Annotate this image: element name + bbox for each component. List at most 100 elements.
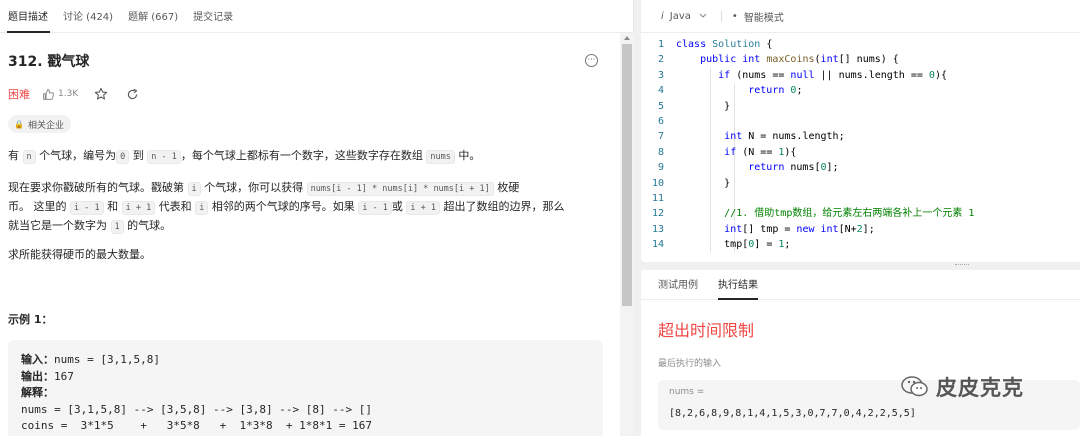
result-tabs: 测试用例 执行结果: [641, 270, 1080, 300]
example-input-label: 输入：: [21, 353, 54, 366]
info-icon: i: [661, 10, 664, 22]
related-companies-tag[interactable]: 🔒 相关企业: [8, 115, 71, 133]
mode-dot-icon: •: [731, 10, 738, 22]
inline-code: nums[i - 1] * nums[i] * nums[i + 1]: [306, 182, 494, 196]
inline-code: i - 1: [70, 201, 104, 215]
text: 个气球，你可以获得: [204, 181, 304, 194]
code-line: 9 return nums[0];: [641, 160, 1080, 175]
text: 和: [107, 200, 119, 213]
share-button[interactable]: [126, 88, 139, 101]
line-number: 13: [651, 223, 664, 235]
example-line-2: coins = 3*1*5 + 3*5*8 + 1*3*8 + 1*8*1 = …: [21, 419, 372, 432]
problem-title: 312. 戳气球: [8, 54, 90, 70]
text: ，每个气球上都标有一个数字，这些数字存在数组: [180, 149, 423, 162]
problem-meta: 困难 1.3K: [8, 86, 157, 102]
example-output-label: 输出：: [21, 369, 54, 383]
more-options-icon[interactable]: ···: [585, 54, 598, 67]
company-label: 相关企业: [27, 120, 64, 131]
line-number: 7: [657, 131, 664, 143]
favorite-button[interactable]: [94, 87, 108, 101]
code-line: 4 return 0;: [641, 83, 1080, 98]
example-explanation-label: 解释：: [21, 386, 54, 399]
code-line: 5 }: [641, 99, 1080, 114]
text: 币。 这里的: [8, 200, 67, 213]
scrollbar-thumb[interactable]: [622, 44, 632, 306]
example-output-value: 167: [54, 369, 74, 383]
input-value: [8,2,6,8,9,8,1,4,1,5,3,0,7,7,0,4,2,2,5,5…: [669, 408, 916, 419]
tab-solutions[interactable]: 题解 (667): [124, 8, 189, 32]
problem-panel: 题目描述 讨论 (424) 题解 (667) 提交记录 312. 戳气球 ···…: [0, 0, 634, 436]
inline-code: i: [195, 201, 209, 215]
problem-tabs: 题目描述 讨论 (424) 题解 (667) 提交记录: [0, 0, 633, 33]
text: 枚硬: [497, 181, 520, 194]
tab-run-result[interactable]: 执行结果: [718, 276, 758, 300]
tab-submissions[interactable]: 提交记录: [189, 8, 244, 32]
code-line: 7 int N = nums.length;: [641, 129, 1080, 144]
text: 相邻的两个气球的序号。如果: [211, 200, 355, 213]
scroll-up-arrow-icon[interactable]: [624, 36, 630, 40]
result-status: 超出时间限制: [658, 321, 755, 340]
header-divider: [720, 10, 722, 22]
lock-icon: 🔒: [14, 119, 24, 129]
tab-description[interactable]: 题目描述: [4, 8, 59, 33]
inline-code: i + 1: [406, 201, 440, 215]
description-paragraph-3: 求所能获得硬币的最大数量。: [8, 248, 151, 261]
inline-code: i - 1: [358, 201, 392, 215]
line-number: 11: [651, 192, 664, 204]
problem-content: 312. 戳气球 ··· 困难 1.3K 🔒 相关企业 有 n 个气球，编号为 …: [8, 33, 618, 436]
language-selector[interactable]: i Java: [661, 11, 707, 22]
example-box: 输入：nums = [3,1,5,8] 输出：167 解释： nums = [3…: [8, 340, 603, 436]
inline-code: i + 1: [121, 201, 156, 215]
text: 个气球，编号为: [39, 149, 117, 162]
star-icon: [95, 87, 108, 100]
line-number: 1: [657, 39, 664, 50]
code-editor-panel: i Java • 智能模式 1 class Solution { 2 public…: [641, 0, 1080, 262]
text: 现在要求你戳破所有的气球。戳破第: [8, 181, 184, 194]
description-paragraph-2: 现在要求你戳破所有的气球。戳破第 i 个气球，你可以获得 nums[i - 1]…: [8, 179, 604, 236]
watermark-text: 皮皮克克: [936, 376, 1024, 400]
text: 有: [8, 149, 19, 162]
inline-code: 1: [110, 220, 124, 234]
line-number: 9: [657, 162, 664, 174]
result-panel: 测试用例 执行结果 超出时间限制 最后执行的输入 nums = [8,2,6,8…: [641, 270, 1080, 436]
code-line: 6: [641, 114, 1080, 129]
inline-code: nums: [426, 150, 455, 164]
line-number: 4: [657, 85, 664, 97]
code-line: 8 if (N == 1){: [641, 145, 1080, 160]
description-paragraph-1: 有 n 个气球，编号为 0 到 n - 1 ，每个气球上都标有一个数字，这些数字存在…: [8, 147, 604, 166]
text: 到: [132, 149, 144, 162]
line-number: 14: [651, 239, 664, 251]
editor-header: i Java • 智能模式: [641, 0, 1080, 33]
code-area[interactable]: 1 class Solution { 2 public int maxCoins(…: [641, 37, 1080, 252]
line-number: 12: [651, 208, 664, 220]
code-line: 1 class Solution {: [641, 37, 1080, 52]
thumbs-up-icon: [43, 88, 54, 100]
resize-grip-icon[interactable]: [955, 264, 969, 266]
line-number: 3: [657, 69, 664, 81]
watermark: 皮皮克克: [900, 372, 1024, 402]
like-button[interactable]: 1.3K: [42, 88, 78, 101]
inline-code: i: [187, 182, 201, 196]
line-number: 2: [657, 54, 664, 66]
text: 就当它是一个数字为: [8, 219, 107, 232]
example-line-1: nums = [3,1,5,8] --> [3,5,8] --> [3,8] -…: [21, 402, 372, 416]
example-input-value: nums = [3,1,5,8]: [54, 353, 160, 366]
code-line: 3 if (nums == null || nums.length == 0){: [641, 68, 1080, 83]
inline-code: 0: [116, 150, 130, 164]
last-input-label: 最后执行的输入: [658, 359, 722, 369]
code-line: 12 //1. 借助tmp数组，给元素左右两端各补上一个元素 1: [641, 206, 1080, 221]
example-title: 示例 1：: [8, 313, 53, 326]
language-label: Java: [669, 10, 691, 22]
panel-resize-divider[interactable]: [641, 262, 1080, 270]
tab-test-cases[interactable]: 测试用例: [658, 276, 698, 299]
tab-discussion[interactable]: 讨论 (424): [59, 8, 124, 32]
input-name: nums =: [669, 387, 705, 397]
text: 代表和: [158, 200, 192, 213]
code-line: 13 int[] tmp = new int[N+2];: [641, 222, 1080, 237]
inline-code: n: [22, 150, 36, 164]
text: 中。: [458, 149, 481, 162]
smart-mode-toggle[interactable]: 智能模式: [744, 9, 784, 24]
chevron-down-icon: [699, 13, 707, 18]
difficulty-badge: 困难: [8, 88, 30, 101]
code-line: 2 public int maxCoins(int[] nums) {: [641, 52, 1080, 67]
